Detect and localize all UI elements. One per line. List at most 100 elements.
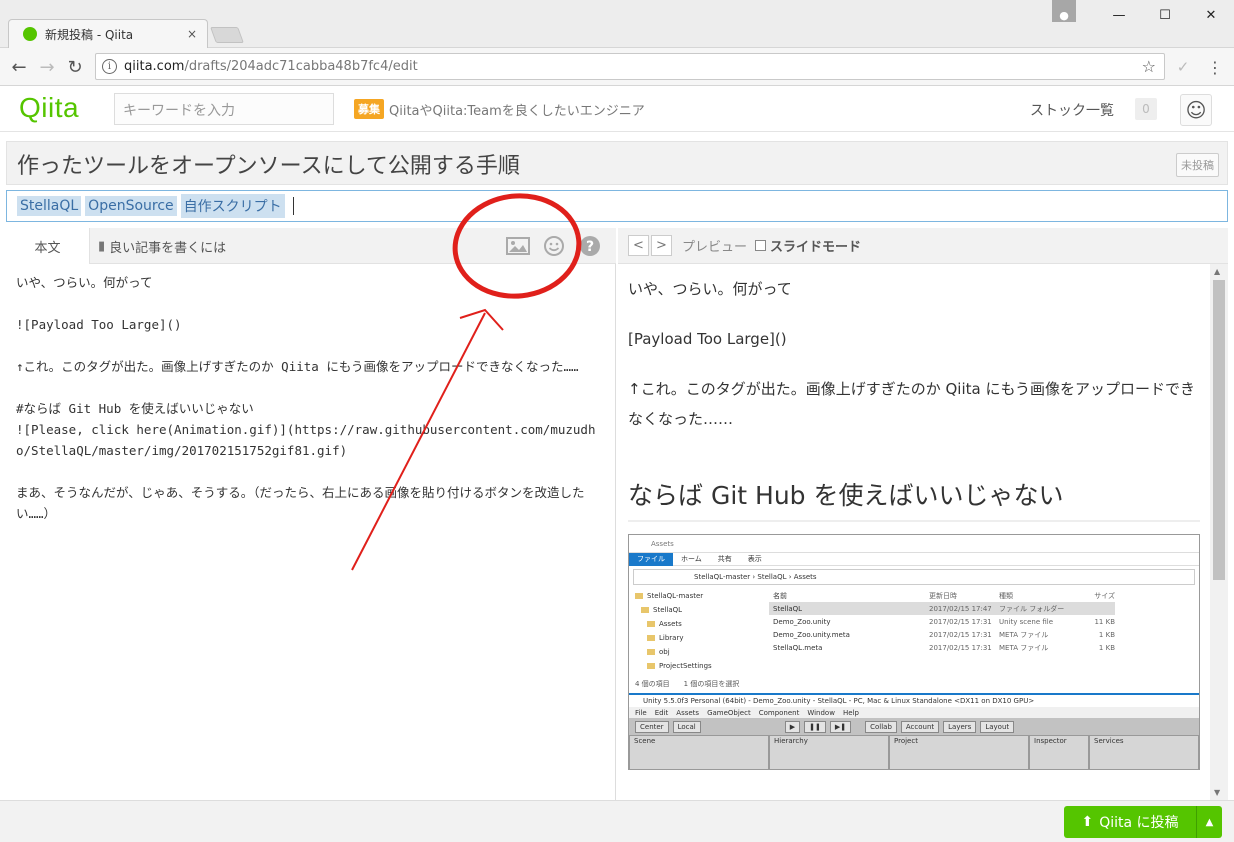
scroll-up-icon[interactable]: ▲	[1214, 267, 1220, 276]
next-button[interactable]: >	[651, 235, 672, 256]
user-avatar[interactable]: ☺	[1180, 94, 1212, 126]
maximize-button[interactable]: ☐	[1142, 0, 1188, 30]
browser-tabbar: 新規投稿 - Qiita × ● — ☐ ✕	[0, 0, 1234, 48]
tag-item[interactable]: 自作スクリプト	[180, 194, 285, 218]
file-row: StellaQL.meta 2017/02/15 17:31 META ファイル 1 …	[773, 643, 1115, 652]
preview-image[interactable]: Assets ファイル ホーム 共有 表示 StellaQL-master › …	[628, 534, 1200, 770]
folder-icon	[641, 607, 649, 613]
scroll-down-icon[interactable]: ▼	[1214, 788, 1220, 797]
explorer-tree: StellaQL-master StellaQL Assets Library …	[635, 589, 759, 673]
stock-count-badge: 0	[1135, 98, 1157, 120]
new-tab-button[interactable]	[210, 27, 244, 43]
unity-menu: File Edit Assets GameObject Component Window H…	[629, 707, 1199, 718]
tag-item[interactable]: StellaQL	[17, 196, 82, 216]
address-bar[interactable]: i qiita.com /drafts/204adc71cabba48b7fc4…	[95, 53, 1165, 80]
slide-mode-label: スライドモード	[770, 240, 862, 255]
bookmark-star-icon[interactable]: ☆	[1142, 57, 1156, 76]
qiita-logo[interactable]: Qiita	[19, 92, 79, 124]
explorer-title: Assets	[629, 535, 1199, 553]
post-button[interactable]: ⬆ Qiita に投稿 ▲	[1064, 806, 1222, 838]
tab-title: 新規投稿 - Qiita	[45, 27, 134, 42]
ribbon-tab: ホーム	[681, 555, 702, 563]
preview-content: いや、つらい。何がって [Payload Too Large]() ↑これ。この…	[618, 264, 1210, 800]
explorer-ribbon: ファイル ホーム 共有 表示	[629, 552, 1199, 566]
tree-item: StellaQL-master	[635, 589, 759, 603]
post-dropdown-icon[interactable]: ▲	[1196, 806, 1222, 838]
tree-item: Library	[635, 631, 759, 645]
preview-scrollbar[interactable]: ▲ ▼	[1210, 264, 1228, 800]
tree-item: Assets	[635, 617, 759, 631]
tab-guide-label: 良い記事を書くには	[109, 240, 227, 256]
tab-guide[interactable]: ▮ 良い記事を書くには	[98, 228, 226, 264]
browser-toolbar: ← → ↻ i qiita.com /drafts/204adc71cabba4…	[0, 48, 1234, 86]
image-upload-icon[interactable]	[506, 235, 530, 257]
explorer-status: 4 個の項目 1 個の項目を選択	[635, 680, 740, 688]
tree-item: obj	[635, 645, 759, 659]
back-icon[interactable]: ←	[8, 56, 30, 78]
file-list-header: 名前 更新日時 種類 サイズ	[773, 591, 1115, 600]
qiita-header: Qiita キーワードを入力 募集 QiitaやQiita:Teamを良くしたい…	[0, 86, 1234, 132]
markdown-editor[interactable]: いや、つらい。何がって ![Payload Too Large]() ↑これ。こ…	[6, 266, 616, 800]
folder-icon	[635, 593, 643, 599]
preview-pane: < > プレビュー スライドモード いや、つらい。何がって [Payload T…	[618, 228, 1228, 800]
profile-icon[interactable]: ●	[1052, 0, 1076, 22]
file-row: Demo_Zoo.unity.meta 2017/02/15 17:31 META …	[773, 630, 1115, 639]
status-badge: 未投稿	[1176, 153, 1219, 177]
tag-item[interactable]: OpenSource	[85, 196, 177, 216]
recruit-banner[interactable]: 募集 QiitaやQiita:Teamを良くしたいエンジニア	[354, 99, 645, 119]
folder-icon	[647, 663, 655, 669]
book-icon: ▮	[98, 238, 106, 254]
post-button-main[interactable]: ⬆ Qiita に投稿	[1064, 812, 1196, 832]
minimize-button[interactable]: —	[1096, 0, 1142, 30]
url-host: qiita.com	[124, 59, 185, 74]
folder-icon	[647, 649, 655, 655]
tags-input[interactable]: StellaQL OpenSource 自作スクリプト	[6, 190, 1228, 222]
folder-icon	[647, 621, 655, 627]
extension-icon[interactable]: ✓	[1172, 56, 1194, 78]
recruit-text: QiitaやQiita:Teamを良くしたいエンジニア	[389, 103, 645, 119]
stock-list-link[interactable]: ストック一覧	[1030, 100, 1114, 120]
recruit-badge: 募集	[354, 99, 384, 119]
scrollbar-thumb[interactable]	[1213, 280, 1225, 580]
site-info-icon[interactable]: i	[102, 59, 117, 74]
prev-button[interactable]: <	[628, 235, 649, 256]
forward-icon[interactable]: →	[36, 56, 58, 78]
menu-icon[interactable]: ⋮	[1204, 56, 1226, 78]
search-input[interactable]: キーワードを入力	[114, 93, 334, 125]
preview-toolbar: < > プレビュー スライドモード	[618, 228, 1228, 264]
file-row: StellaQL 2017/02/15 17:47 ファイル フォルダー	[769, 602, 1115, 615]
preview-paragraph: ↑これ。このタグが出た。画像上げすぎたのか Qiita にもう画像をアップロード…	[628, 380, 1196, 428]
unity-title: Unity 5.5.0f3 Personal (64bit) - Demo_Zo…	[629, 695, 1199, 707]
upload-icon: ⬆	[1081, 814, 1094, 830]
post-label: Qiita に投稿	[1099, 815, 1179, 831]
svg-text:?: ?	[586, 239, 594, 255]
editor-pane: 本文 ▮ 良い記事を書くには ? いや、つらい。何がって ![Payload T…	[6, 228, 616, 800]
article-title: 作ったツールをオープンソースにして公開する手順	[17, 154, 520, 179]
unity-panels: Scene Hierarchy Project Inspector Servic…	[629, 735, 1199, 769]
slide-mode-checkbox[interactable]	[755, 240, 767, 251]
browser-tab[interactable]: 新規投稿 - Qiita ×	[8, 19, 208, 48]
ribbon-tab: 共有	[717, 555, 732, 563]
emoji-icon[interactable]	[542, 235, 566, 257]
explorer-address: StellaQL-master › StellaQL › Assets	[633, 569, 1195, 585]
unity-window: Unity 5.5.0f3 Personal (64bit) - Demo_Zo…	[629, 693, 1199, 769]
ribbon-tab: 表示	[747, 555, 762, 563]
preview-paragraph: [Payload Too Large]()	[628, 330, 787, 348]
reload-icon[interactable]: ↻	[64, 56, 86, 78]
close-window-button[interactable]: ✕	[1188, 0, 1234, 30]
window-controls: ● — ☐ ✕	[1052, 0, 1234, 30]
file-row: Demo_Zoo.unity 2017/02/15 17:31 Unity scen…	[773, 617, 1115, 626]
editor-tabs: 本文 ▮ 良い記事を書くには ?	[6, 228, 616, 264]
editor-footer: ⬆ Qiita に投稿 ▲	[0, 800, 1234, 842]
ribbon-tab: ファイル	[629, 552, 673, 566]
tree-item: ProjectSettings	[635, 659, 759, 673]
text-caret	[292, 197, 294, 215]
tab-close-icon[interactable]: ×	[187, 27, 197, 41]
tab-body[interactable]: 本文	[6, 228, 90, 264]
slide-mode-toggle[interactable]: スライドモード	[755, 236, 861, 255]
url-path: /drafts/204adc71cabba48b7fc4/edit	[184, 59, 418, 74]
preview-heading: ならば Git Hub を使えばいいじゃない	[628, 476, 1200, 522]
help-icon[interactable]: ?	[578, 235, 602, 257]
unity-toolbar: Center Local ▶ ❚❚ ▶❚ Collab Account Layers Lay…	[629, 718, 1199, 735]
title-field[interactable]: 作ったツールをオープンソースにして公開する手順 未投稿	[6, 141, 1228, 185]
